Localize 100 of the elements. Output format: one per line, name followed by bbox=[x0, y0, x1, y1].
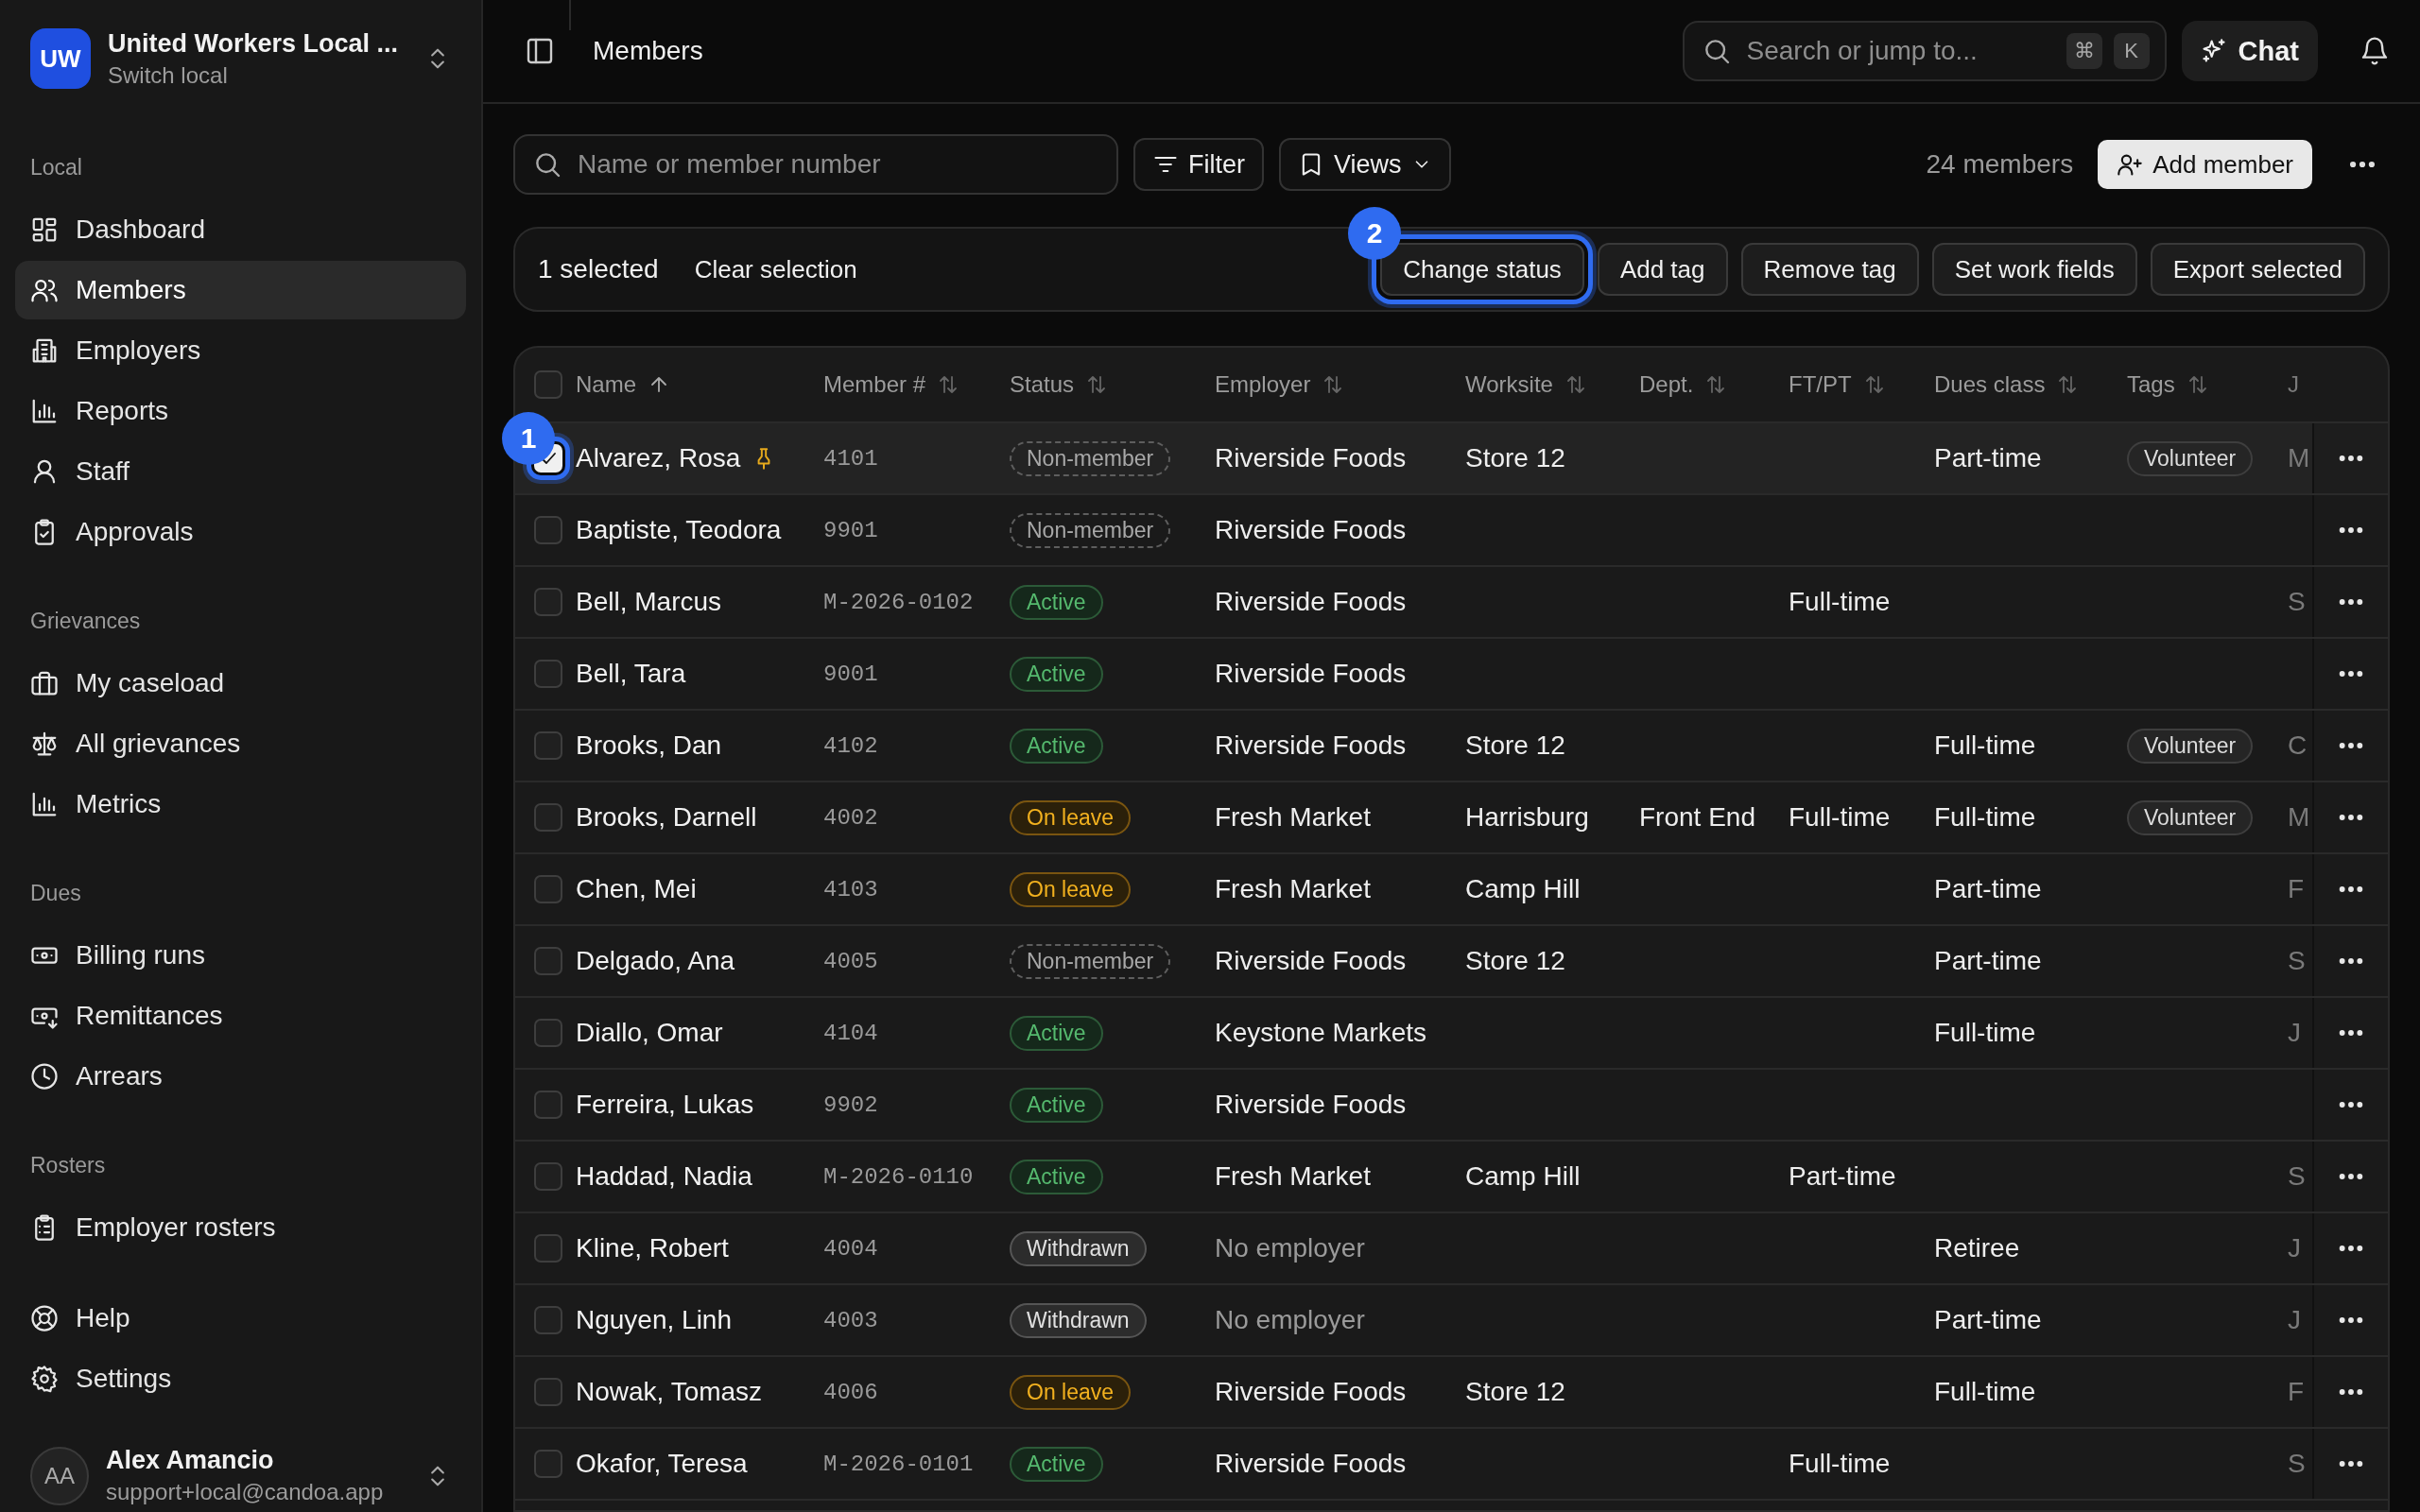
lifebuoy-icon bbox=[30, 1304, 59, 1332]
table-cell: M bbox=[2288, 443, 2310, 473]
sidebar-item[interactable]: Help bbox=[15, 1289, 466, 1348]
table-row[interactable]: Diallo, Omar 4104 Active Keystone Markets Full-time J bbox=[515, 998, 2388, 1070]
action-button[interactable]: Set work fields bbox=[1931, 243, 2137, 296]
action-button[interactable]: Remove tag bbox=[1740, 243, 1919, 296]
member-name: Okafor, Teresa bbox=[576, 1449, 748, 1479]
status-badge: Withdrawn bbox=[1010, 1230, 1147, 1266]
sidebar-item[interactable]: Remittances bbox=[15, 987, 466, 1045]
employer-name: Riverside Foods bbox=[1215, 730, 1407, 761]
sidebar-item[interactable]: Settings bbox=[15, 1349, 466, 1408]
status-badge: Non-member bbox=[1010, 943, 1171, 979]
table-row[interactable]: Okafor, Teresa M-2026-0101 Active Riverside Foods Full-time S bbox=[515, 1429, 2388, 1501]
sidebar-item[interactable]: Metrics bbox=[15, 775, 466, 833]
row-checkbox[interactable] bbox=[534, 1234, 562, 1263]
row-checkbox[interactable] bbox=[534, 516, 562, 544]
row-checkbox[interactable] bbox=[534, 1378, 562, 1406]
table-cell: Retiree bbox=[1934, 1233, 2020, 1263]
filter-button[interactable]: Filter bbox=[1133, 138, 1264, 191]
section-heading: Local bbox=[29, 154, 83, 181]
column-header[interactable]: Name bbox=[576, 371, 637, 398]
sidebar-item[interactable]: Staff bbox=[15, 442, 466, 501]
org-name: United Workers Local ... bbox=[108, 28, 400, 59]
row-checkbox[interactable] bbox=[534, 588, 562, 616]
row-checkbox[interactable] bbox=[534, 1091, 562, 1119]
status-badge: Active bbox=[1010, 1159, 1103, 1194]
add-member-button[interactable]: Add member bbox=[2098, 140, 2312, 189]
select-all-checkbox[interactable] bbox=[534, 370, 562, 399]
sidebar-item[interactable]: Dashboard bbox=[15, 200, 466, 259]
column-header[interactable]: Status bbox=[1010, 371, 1075, 398]
table-cell: F bbox=[2288, 1377, 2305, 1407]
member-number: 4003 bbox=[823, 1307, 878, 1333]
column-header[interactable]: Employer bbox=[1215, 371, 1311, 398]
member-number: M-2026-0110 bbox=[823, 1163, 974, 1190]
sidebar-toggle-icon[interactable] bbox=[525, 36, 555, 66]
selection-count: 1 selected bbox=[538, 254, 659, 284]
bar-chart-icon bbox=[30, 397, 59, 425]
table-cell: Full-time bbox=[1789, 1449, 1891, 1479]
table-row[interactable]: Nowak, Tomasz 4006 On leave Riverside Foods Store 12 Full-time F bbox=[515, 1357, 2388, 1429]
member-name: Brooks, Darnell bbox=[576, 802, 757, 833]
status-badge: Non-member bbox=[1010, 512, 1171, 548]
sidebar-item[interactable]: All grievances bbox=[15, 714, 466, 773]
row-checkbox[interactable] bbox=[534, 731, 562, 760]
column-header[interactable]: J bbox=[2288, 371, 2299, 398]
table-row[interactable]: Delgado, Ana 4005 Non-member Riverside Foods Store 12 Part-time S bbox=[515, 926, 2388, 998]
column-header[interactable]: FT/PT bbox=[1789, 371, 1852, 398]
views-button[interactable]: Views bbox=[1279, 138, 1451, 191]
row-checkbox[interactable] bbox=[534, 947, 562, 975]
table-row[interactable]: Chen, Mei 4103 On leave Fresh Market Camp Hill Part-time F bbox=[515, 854, 2388, 926]
sparkles-icon bbox=[2200, 38, 2227, 64]
table-row[interactable]: Ferreira, Lukas 9902 Active Riverside Foods bbox=[515, 1070, 2388, 1142]
table-row[interactable]: Brooks, Dan 4102 Active Riverside Foods Store 12 Full-time Volunteer C bbox=[515, 711, 2388, 782]
notifications-icon[interactable] bbox=[2360, 36, 2390, 66]
sidebar-item[interactable]: Members bbox=[15, 261, 466, 319]
column-header[interactable]: Tags bbox=[2127, 371, 2175, 398]
table-row[interactable]: Baptiste, Teodora 9901 Non-member Riverside Foods bbox=[515, 495, 2388, 567]
action-button[interactable]: Export selected bbox=[2150, 243, 2365, 296]
action-button[interactable]: Add tag bbox=[1597, 243, 1728, 296]
sidebar-item[interactable]: Employers bbox=[15, 321, 466, 380]
row-checkbox[interactable] bbox=[534, 803, 562, 832]
tag: Volunteer bbox=[2127, 440, 2254, 476]
employer-name: No employer bbox=[1215, 1233, 1365, 1263]
clear-selection-link[interactable]: Clear selection bbox=[694, 254, 857, 284]
step-badge: 1 bbox=[502, 412, 555, 465]
table-row[interactable]: Nguyen, Linh 4003 Withdrawn No employer Part-time J bbox=[515, 1285, 2388, 1357]
column-header[interactable]: Dept. bbox=[1639, 371, 1694, 398]
status-badge: Active bbox=[1010, 1015, 1103, 1051]
table-row[interactable]: Bell, Tara 9001 Active Riverside Foods bbox=[515, 639, 2388, 711]
sidebar-item[interactable]: My caseload bbox=[15, 654, 466, 713]
switch-local-link[interactable]: Switch local bbox=[108, 61, 407, 89]
row-checkbox[interactable] bbox=[534, 1450, 562, 1478]
table-cell: Harrisburg bbox=[1465, 802, 1589, 833]
search-field[interactable]: Name or member number bbox=[513, 134, 1118, 195]
employer-name: Riverside Foods bbox=[1215, 515, 1407, 545]
table-row[interactable]: Kline, Robert 4004 Withdrawn No employer Retiree J bbox=[515, 1213, 2388, 1285]
member-number: 9901 bbox=[823, 517, 878, 543]
sidebar-item[interactable]: Billing runs bbox=[15, 926, 466, 985]
member-number: 4101 bbox=[823, 445, 878, 472]
sidebar-item[interactable]: Approvals bbox=[15, 503, 466, 561]
sidebar-item[interactable]: Reports bbox=[15, 382, 466, 440]
row-checkbox[interactable] bbox=[534, 1306, 562, 1334]
table-row[interactable]: Haddad, Nadia M-2026-0110 Active Fresh Market Camp Hill Part-time S bbox=[515, 1142, 2388, 1213]
row-checkbox[interactable] bbox=[534, 1162, 562, 1191]
table-cell: Store 12 bbox=[1465, 443, 1565, 473]
table-row[interactable]: Bell, Marcus M-2026-0102 Active Riverside Foods Full-time S bbox=[515, 567, 2388, 639]
row-checkbox[interactable] bbox=[534, 1019, 562, 1047]
sidebar-item[interactable]: Arrears bbox=[15, 1047, 466, 1106]
employer-name: Fresh Market bbox=[1215, 802, 1371, 833]
table-cell: J bbox=[2288, 1305, 2301, 1335]
chat-button[interactable]: Chat bbox=[2181, 21, 2318, 81]
row-checkbox[interactable] bbox=[534, 660, 562, 688]
user-name: Alex Amancio bbox=[106, 1446, 275, 1475]
column-header[interactable]: Worksite bbox=[1465, 371, 1553, 398]
user-email: support+local@candoa.app bbox=[106, 1479, 385, 1505]
column-header[interactable]: Member # bbox=[823, 371, 926, 398]
status-badge: On leave bbox=[1010, 871, 1132, 907]
column-header[interactable]: Dues class bbox=[1934, 371, 2046, 398]
row-checkbox[interactable] bbox=[534, 875, 562, 903]
sidebar-item[interactable]: Employer rosters bbox=[15, 1198, 466, 1257]
table-row[interactable]: Brooks, Darnell 4002 On leave Fresh Market Harrisburg Front End Full-time Full-time Volunteer M bbox=[515, 782, 2388, 854]
